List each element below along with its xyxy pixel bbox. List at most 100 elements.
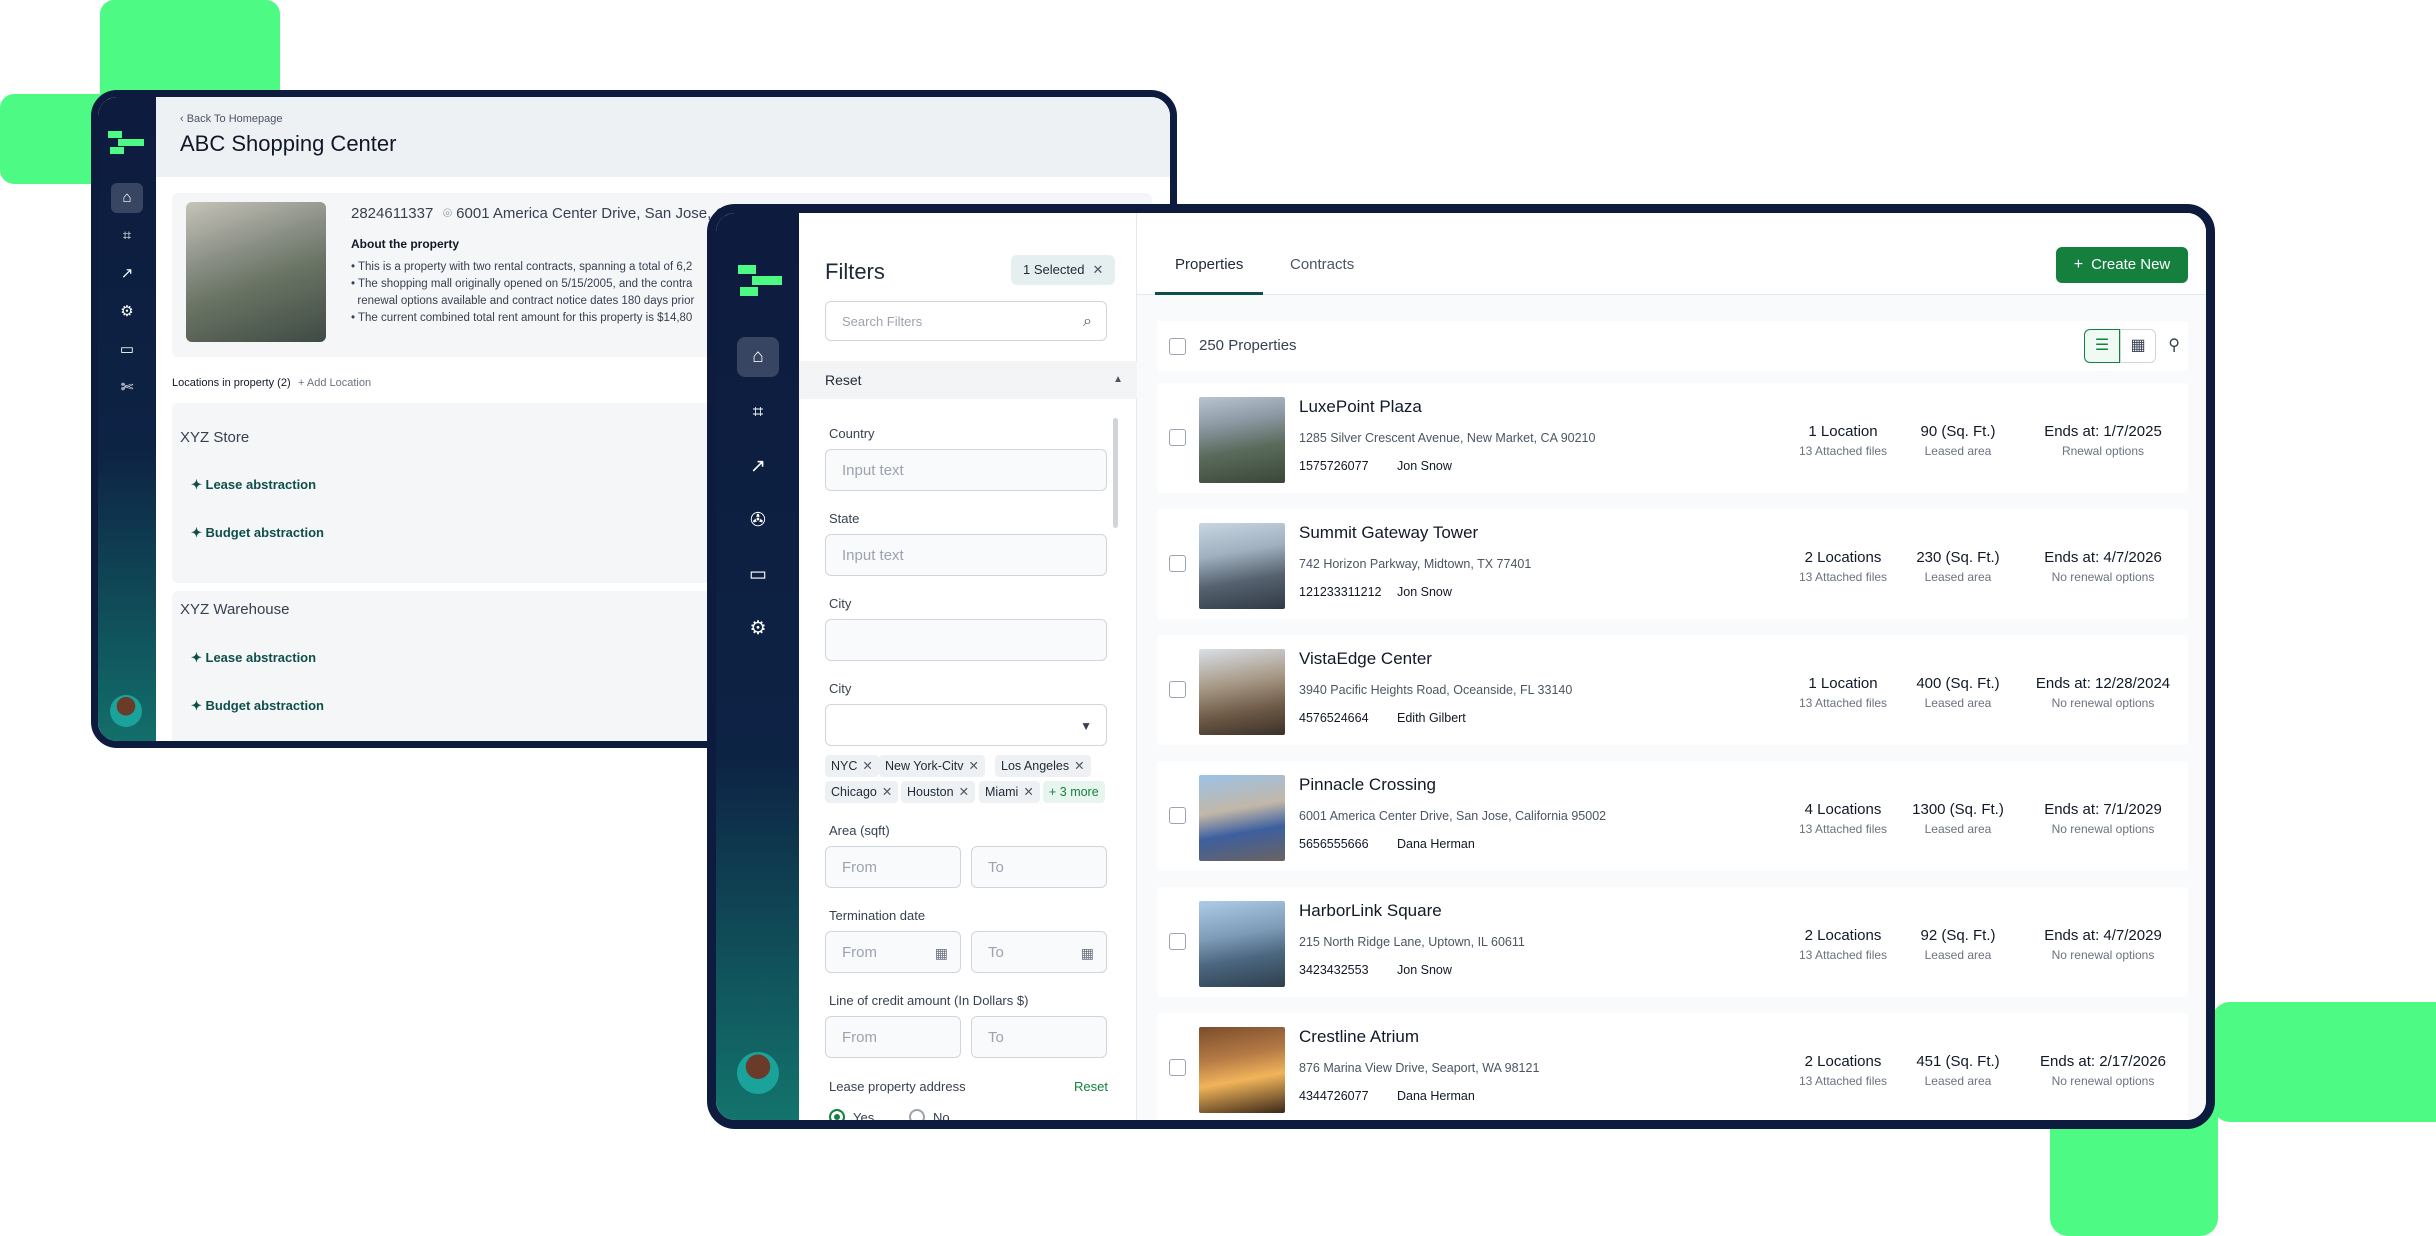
credit-to-input[interactable]: To <box>971 1016 1107 1058</box>
search-filters-input[interactable]: Search Filters ⌕ <box>825 301 1107 341</box>
calendar-icon[interactable]: ▦ <box>1081 932 1094 974</box>
network-icon[interactable]: ⚙ <box>111 297 143 327</box>
scrollbar[interactable] <box>1113 418 1118 528</box>
selected-badge[interactable]: 1 Selected ✕ <box>1011 255 1116 285</box>
sparkle-icon: ✦ <box>191 525 206 540</box>
row-checkbox[interactable] <box>1169 555 1186 572</box>
sparkle-icon: ✦ <box>191 477 206 492</box>
property-name[interactable]: Pinnacle Crossing <box>1299 775 1436 795</box>
property-address: 3940 Pacific Heights Road, Oceanside, FL… <box>1299 683 1573 697</box>
city-input[interactable] <box>825 619 1107 661</box>
lease-reset-link[interactable]: Reset <box>1074 1079 1108 1094</box>
state-input[interactable]: Input text <box>825 534 1107 576</box>
chart-icon[interactable]: ⌗ <box>737 393 779 433</box>
city-select-label: City <box>829 681 852 696</box>
city-chip[interactable]: Los Angeles ✕ <box>995 755 1091 777</box>
country-input[interactable]: Input text <box>825 449 1107 491</box>
termination-to-input[interactable]: To ▦ <box>971 931 1107 973</box>
lease-abstraction-button[interactable]: ✦ Lease abstraction <box>191 477 316 493</box>
end-date: Ends at: 4/7/2026 <box>2044 549 2162 566</box>
area-to-input[interactable]: To <box>971 846 1107 888</box>
end-date: Ends at: 12/28/2024 <box>2035 675 2171 692</box>
row-checkbox[interactable] <box>1169 429 1186 446</box>
close-icon[interactable]: ✕ <box>1092 262 1103 277</box>
property-name[interactable]: Crestline Atrium <box>1299 1027 1419 1047</box>
home-icon[interactable]: ⌂ <box>737 337 779 377</box>
leased-area-label: Leased area <box>1924 1074 1992 1088</box>
termination-date-label: Termination date <box>829 908 926 923</box>
lease-address-label: Lease property address <box>829 1079 966 1094</box>
property-id: 5656555666 <box>1299 837 1369 851</box>
filter-icon[interactable]: ⚲ <box>2168 335 2180 355</box>
lease-abstraction-button[interactable]: ✦ Lease abstraction <box>191 650 316 666</box>
no-radio[interactable]: No <box>909 1109 950 1120</box>
settings-icon[interactable]: ⚙ <box>737 609 779 649</box>
locations-count: Locations in property (2) <box>172 377 291 389</box>
city-chip[interactable]: Miami ✕ <box>979 781 1040 803</box>
chevron-up-icon: ▲ <box>1113 374 1123 385</box>
property-name[interactable]: VistaEdge Center <box>1299 649 1432 669</box>
area-column: 451 (Sq. Ft.) Leased area <box>1908 1053 2008 1088</box>
locations-count: 2 Locations <box>1804 927 1882 944</box>
tab-properties[interactable]: Properties <box>1155 255 1264 295</box>
budget-abstraction-button[interactable]: ✦ Budget abstraction <box>191 525 324 541</box>
property-address: 742 Horizon Parkway, Midtown, TX 77401 <box>1299 557 1532 571</box>
yes-radio[interactable]: Yes <box>829 1109 874 1120</box>
back-to-homepage-link[interactable]: ‹ Back To Homepage <box>180 113 283 125</box>
property-id: 3423432553 <box>1299 963 1369 977</box>
city-chip[interactable]: NYC ✕ <box>825 755 879 777</box>
leased-area-value: 230 (Sq. Ft.) <box>1916 549 2000 566</box>
row-checkbox[interactable] <box>1169 807 1186 824</box>
property-name[interactable]: HarborLink Square <box>1299 901 1442 921</box>
add-location-button[interactable]: + Add Location <box>298 377 371 389</box>
property-owner: Jon Snow <box>1397 459 1452 473</box>
property-owner: Jon Snow <box>1397 585 1452 599</box>
calendar-icon[interactable]: ▦ <box>935 932 948 974</box>
briefcase-icon[interactable]: ▭ <box>111 335 143 365</box>
area-from-input[interactable]: From <box>825 846 961 888</box>
avatar[interactable] <box>737 1052 779 1094</box>
property-id: 121233311212 <box>1299 585 1382 599</box>
create-new-button[interactable]: + Create New <box>2056 247 2188 283</box>
area-column: 230 (Sq. Ft.) Leased area <box>1908 549 2008 584</box>
trend-icon[interactable]: ↗ <box>111 259 143 289</box>
city-select[interactable]: ▼ <box>825 704 1107 746</box>
end-date-column: Ends at: 2/17/2026 No renewal options <box>2028 1053 2178 1088</box>
select-all-checkbox[interactable] <box>1169 338 1186 355</box>
chart-icon[interactable]: ⌗ <box>111 221 143 251</box>
table-row[interactable]: HarborLink Square 215 North Ridge Lane, U… <box>1157 887 2188 997</box>
trend-icon[interactable]: ↗ <box>737 447 779 487</box>
ticket-icon[interactable]: ✄ <box>111 373 143 403</box>
property-thumbnail <box>1199 775 1285 861</box>
briefcase-icon[interactable]: ▭ <box>737 555 779 595</box>
location-pin-icon: ⌾ <box>443 205 457 222</box>
end-date-column: Ends at: 7/1/2029 No renewal options <box>2028 801 2178 836</box>
table-row[interactable]: VistaEdge Center 3940 Pacific Heights Roa… <box>1157 635 2188 745</box>
avatar[interactable] <box>110 695 142 727</box>
property-name[interactable]: LuxePoint Plaza <box>1299 397 1422 417</box>
network-icon[interactable]: ✇ <box>737 501 779 541</box>
budget-abstraction-button[interactable]: ✦ Budget abstraction <box>191 698 324 714</box>
city-chip[interactable]: Houston ✕ <box>901 781 976 803</box>
filters-panel: Filters 1 Selected ✕ Search Filters ⌕ Rese… <box>799 213 1137 1120</box>
grid-view-button[interactable]: ▦ <box>2120 329 2156 363</box>
renewal-options: No renewal options <box>2051 948 2155 962</box>
tab-contracts[interactable]: Contracts <box>1270 255 1374 295</box>
table-row[interactable]: LuxePoint Plaza 1285 Silver Crescent Aven… <box>1157 383 2188 493</box>
property-name[interactable]: Summit Gateway Tower <box>1299 523 1478 543</box>
about-point: • The shopping mall originally opened on… <box>351 278 693 290</box>
more-cities-button[interactable]: + 3 more <box>1043 781 1105 803</box>
table-row[interactable]: Pinnacle Crossing 6001 America Center Dri… <box>1157 761 2188 871</box>
credit-from-input[interactable]: From <box>825 1016 961 1058</box>
termination-from-input[interactable]: From ▦ <box>825 931 961 973</box>
list-view-button[interactable]: ☰ <box>2084 329 2120 363</box>
home-icon[interactable]: ⌂ <box>111 183 143 213</box>
city-chip[interactable]: New York-Citv ✕ <box>879 755 985 777</box>
row-checkbox[interactable] <box>1169 681 1186 698</box>
table-row[interactable]: Summit Gateway Tower 742 Horizon Parkway,… <box>1157 509 2188 619</box>
row-checkbox[interactable] <box>1169 1059 1186 1076</box>
city-chip[interactable]: Chicago ✕ <box>825 781 899 803</box>
row-checkbox[interactable] <box>1169 933 1186 950</box>
table-row[interactable]: Crestline Atrium 876 Marina View Drive, S… <box>1157 1013 2188 1120</box>
reset-section[interactable]: Reset ▲ <box>799 361 1137 399</box>
